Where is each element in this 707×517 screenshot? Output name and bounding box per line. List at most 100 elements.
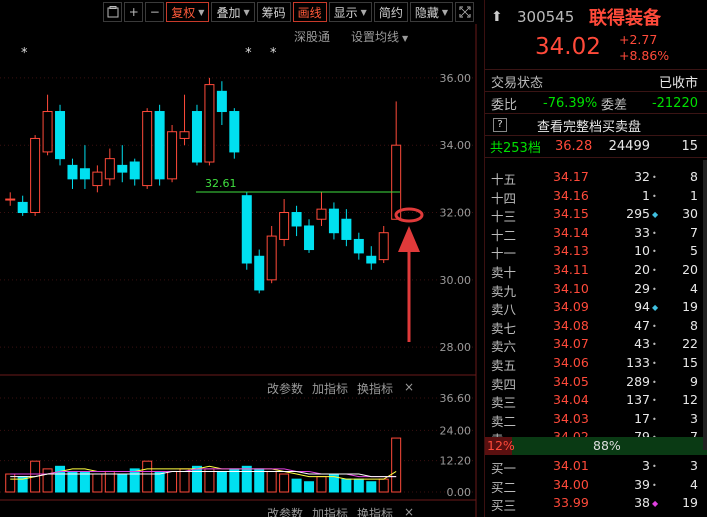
candle-up [316,208,327,220]
order-level-label: 卖九 [491,283,517,299]
order-marker: • [652,321,657,331]
divider [485,113,707,114]
change-params-button[interactable]: 改参数 [267,505,303,517]
ask-row[interactable]: 卖八 34.09 94 ◆ 19 [485,298,707,318]
order-volume: 10 [634,243,650,259]
chips-label: 筹码 [261,5,286,20]
ask-row[interactable]: 卖五 34.06 133 • 15 [485,354,707,373]
depth-total-count: 15 [681,138,698,154]
kline-chart-panel[interactable]: 32.61 36.00 34.00 32.00 30.00 28.00 36.60 24.… [0,24,480,517]
order-count: 22 [682,336,698,352]
bid-row[interactable]: 买三 33.99 38 ◆ 19 [485,494,707,513]
change-params-button[interactable]: 改参数 [267,380,303,397]
simple-button[interactable]: 简约 [373,2,408,22]
help-icon[interactable]: ? [493,118,507,132]
add-indicator-button[interactable]: 加指标 [312,380,348,397]
ask-row[interactable]: 卖二 34.03 17 • 3 [485,410,707,429]
order-price: 34.04 [553,392,589,408]
order-level-label: 卖八 [491,302,517,318]
ask-row[interactable]: 十三 34.15 295 ◆ 30 [485,205,707,224]
order-level-label: 卖六 [491,339,517,355]
candle-down [17,201,28,214]
volume-bar-up [391,437,402,493]
order-level-label: 十五 [491,172,517,187]
full-depth-row[interactable]: ? 查看完整档买卖盘 [485,116,707,135]
expand-icon[interactable] [455,2,474,22]
ask-row[interactable]: 十一 34.13 10 • 5 [485,242,707,261]
bid-row[interactable]: 买二 34.00 39 • 4 [485,476,707,495]
candle-up [266,235,277,281]
candle-down [328,208,339,234]
volume-bar-up [167,470,178,493]
add-indicator-button[interactable]: 加指标 [312,505,348,517]
ask-row[interactable]: 卖六 34.07 43 • 22 [485,335,707,355]
order-ratio-label: 委比 [491,97,518,113]
full-depth-link[interactable]: 查看完整档买卖盘 [537,116,641,135]
order-price: 33.99 [553,495,589,511]
bid-row[interactable]: 买一 34.01 3 • 3 [485,457,707,476]
support-line-group[interactable]: 32.61 [196,177,400,193]
overlay-button[interactable]: 叠加 ▼ [211,2,255,22]
display-label: 显示 [333,5,358,20]
order-volume: 94 [634,299,650,315]
close-icon[interactable]: × [404,380,414,394]
order-level-label: 十四 [491,190,517,206]
switch-indicator-button[interactable]: 换指标 [357,505,393,517]
plus-icon[interactable]: + [124,2,144,22]
hide-button[interactable]: 隐藏 ▼ [409,2,453,22]
close-icon[interactable]: × [404,505,414,517]
trading-status-label: 交易状态 [491,75,544,91]
ask-row[interactable]: 十四 34.16 1 • 1 [485,187,707,206]
volume-bar-up [378,478,389,493]
back-arrow-icon[interactable]: ⬆ [491,9,503,25]
y-tick-label: 36.00 [440,72,472,85]
minus-icon[interactable]: − [145,2,165,22]
order-diff-label: 委差 [601,97,628,113]
order-volume: 137 [626,392,650,408]
order-volume: 47 [634,317,650,333]
ask-row[interactable]: 卖三 34.04 137 • 12 [485,391,707,410]
trading-window: + − 复权 ▼ 叠加 ▼ 筹码 画线 显示 ▼ 简约 隐藏 ▼ 32.61 36.00… [0,0,707,517]
quote-panel: ⬆ 300545 联得装备 34.02 +2.77 +8.86% 交易状态 已收… [484,0,707,517]
current-price: 34.02 [535,34,601,60]
order-price: 34.10 [553,280,589,296]
draw-line-button[interactable]: 画线 [292,2,327,22]
trading-status-value: 已收市 [658,75,698,91]
scrollbar[interactable] [703,160,707,450]
candle-down [154,111,165,180]
order-marker: ◆ [652,499,659,509]
order-price: 34.01 [553,458,589,473]
window-icon[interactable] [103,2,123,22]
ask-row[interactable]: 卖十 34.11 20 • 20 [485,261,707,280]
volume-bar-down [254,468,265,493]
y-tick-label: 28.00 [440,341,472,354]
ask-row[interactable]: 卖九 34.10 29 • 4 [485,280,707,299]
order-level-label: 卖二 [491,413,517,429]
ma-settings-button[interactable]: 设置均线 ▼ [351,28,408,45]
order-volume: 43 [634,336,650,352]
order-level-label: 买二 [491,479,517,495]
buy-sell-ratio-bar: 12% 88% [485,437,707,455]
order-volume: 20 [634,262,650,277]
volume-bar-up [204,468,215,493]
kline-chart[interactable]: 32.61 36.00 34.00 32.00 30.00 28.00 36.60 24.… [0,24,480,517]
candle-down [366,255,377,264]
ask-row[interactable]: 卖七 34.08 47 • 8 [485,317,707,336]
restore-rights-button[interactable]: 复权 ▼ [166,2,210,22]
candle-down [129,161,140,180]
chevron-down-icon: ▼ [360,7,367,17]
order-marker: • [652,266,657,275]
chips-button[interactable]: 筹码 [256,2,291,22]
volume-bar-down [154,470,165,493]
order-diff-value: -21220 [651,95,698,111]
switch-indicator-button[interactable]: 换指标 [357,380,393,397]
ask-row[interactable]: 十二 34.14 33 • 7 [485,224,707,243]
ask-row[interactable]: 十五 34.17 32 • 8 [485,168,707,187]
order-volume: 3 [642,458,650,473]
volume-bar-down [117,473,128,493]
order-count: 15 [682,355,698,370]
hk-connect-link[interactable]: 深股通 [294,28,330,45]
display-button[interactable]: 显示 ▼ [328,2,372,22]
chevron-down-icon: ▼ [441,7,448,17]
ask-row[interactable]: 卖四 34.05 289 • 9 [485,373,707,392]
